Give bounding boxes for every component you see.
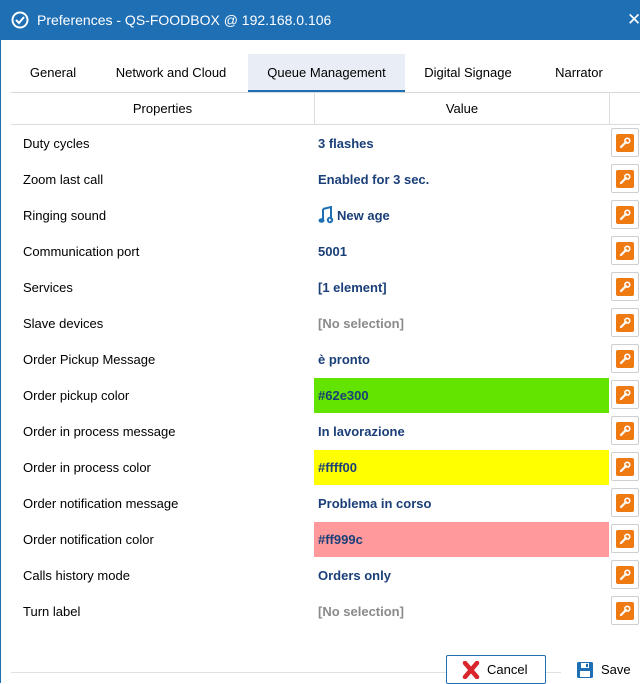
property-value[interactable]: [No selection]	[314, 305, 609, 341]
wrench-icon	[619, 244, 631, 256]
cancel-x-icon	[462, 660, 480, 679]
property-label: Ringing sound	[23, 207, 107, 223]
edit-button[interactable]	[611, 200, 639, 229]
property-label: Zoom last call	[23, 171, 104, 187]
wrench-icon	[619, 352, 631, 364]
property-value[interactable]: Problema in corso	[314, 485, 609, 521]
wrench-icon	[619, 532, 631, 544]
property-label: Order pickup color	[23, 387, 130, 403]
table-row: Order notification color #ff999c	[11, 521, 640, 557]
save-floppy-icon	[577, 661, 593, 678]
edit-button[interactable]	[611, 560, 639, 589]
wrench-icon	[619, 136, 631, 148]
table-row: Slave devices [No selection]	[11, 305, 640, 341]
grid-header: Properties Value	[11, 92, 640, 125]
table-row: Ringing sound New age	[11, 197, 640, 233]
property-value[interactable]: 5001	[314, 233, 609, 269]
save-button-label: Save	[601, 662, 631, 677]
edit-button[interactable]	[611, 164, 639, 193]
table-row: Duty cycles 3 flashes	[11, 125, 640, 161]
edit-button[interactable]	[611, 272, 639, 301]
column-header-properties[interactable]: Properties	[11, 92, 314, 124]
property-value[interactable]: New age	[314, 197, 609, 233]
property-value[interactable]: [1 element]	[314, 269, 609, 305]
tab-general[interactable]: General	[17, 54, 89, 91]
property-label: Turn label	[23, 603, 81, 619]
table-row: Services [1 element]	[11, 269, 640, 305]
tab-network-and-cloud[interactable]: Network and Cloud	[99, 54, 243, 91]
wrench-icon	[619, 460, 631, 472]
title-bar[interactable]: Preferences - QS-FOODBOX @ 192.168.0.106…	[1, 0, 640, 40]
column-header-value[interactable]: Value	[315, 92, 609, 124]
property-value[interactable]: 3 flashes	[314, 125, 609, 161]
save-button[interactable]: Save	[561, 655, 640, 684]
property-value[interactable]: Enabled for 3 sec.	[314, 161, 609, 197]
tab-digital-signage[interactable]: Digital Signage	[411, 54, 525, 91]
edit-button[interactable]	[611, 596, 639, 625]
property-value[interactable]: In lavorazione	[314, 413, 609, 449]
color-swatch-value[interactable]: #ffff00	[314, 450, 609, 485]
tab-narrator[interactable]: Narrator	[534, 54, 624, 91]
edit-button[interactable]	[611, 416, 639, 445]
property-label: Calls history mode	[23, 567, 130, 583]
wrench-icon	[619, 604, 631, 616]
color-swatch-value[interactable]: #ff999c	[314, 522, 609, 557]
tab-bar: General Network and Cloud Queue Manageme…	[11, 54, 640, 93]
edit-button[interactable]	[611, 308, 639, 337]
edit-button[interactable]	[611, 452, 639, 481]
wrench-icon	[619, 424, 631, 436]
wrench-icon	[619, 568, 631, 580]
preferences-window: Preferences - QS-FOODBOX @ 192.168.0.106…	[0, 0, 640, 684]
wrench-icon	[619, 496, 631, 508]
edit-button[interactable]	[611, 488, 639, 517]
window-title: Preferences - QS-FOODBOX @ 192.168.0.106	[37, 12, 332, 28]
close-icon[interactable]: ✕	[627, 0, 640, 40]
cancel-button-label: Cancel	[487, 662, 528, 677]
edit-button[interactable]	[611, 524, 639, 553]
edit-button[interactable]	[611, 236, 639, 265]
color-swatch-value[interactable]: #62e300	[314, 378, 609, 413]
property-label: Services	[23, 279, 73, 295]
cancel-button[interactable]: Cancel	[446, 655, 546, 684]
tab-queue-management[interactable]: Queue Management	[248, 54, 405, 92]
property-label: Order notification color	[23, 531, 154, 547]
wrench-icon	[619, 280, 631, 292]
wrench-icon	[619, 388, 631, 400]
property-value[interactable]: è pronto	[314, 341, 609, 377]
property-label: Order Pickup Message	[23, 351, 156, 367]
property-label: Slave devices	[23, 315, 104, 331]
column-divider	[609, 92, 610, 124]
table-row: Turn label [No selection]	[11, 593, 640, 629]
table-row: Calls history mode Orders only	[11, 557, 640, 593]
edit-button[interactable]	[611, 380, 639, 409]
property-label: Communication port	[23, 243, 140, 259]
property-label: Order in process color	[23, 459, 151, 475]
wrench-icon	[619, 316, 631, 328]
property-value[interactable]: [No selection]	[314, 593, 609, 629]
table-row: Communication port 5001	[11, 233, 640, 269]
property-label: Duty cycles	[23, 135, 90, 151]
music-note-icon	[318, 206, 334, 224]
wrench-icon	[619, 208, 631, 220]
table-row: Order in process message In lavorazione	[11, 413, 640, 449]
property-label: Order in process message	[23, 423, 176, 439]
property-value[interactable]: Orders only	[314, 557, 609, 593]
table-row: Zoom last call Enabled for 3 sec.	[11, 161, 640, 197]
property-label: Order notification message	[23, 495, 179, 511]
table-row: Order Pickup Message è pronto	[11, 341, 640, 377]
app-gear-icon	[11, 11, 29, 29]
edit-button[interactable]	[611, 128, 639, 157]
edit-button[interactable]	[611, 344, 639, 373]
wrench-icon	[619, 172, 631, 184]
table-row: Order pickup color #62e300	[11, 377, 640, 413]
table-row: Order in process color #ffff00	[11, 449, 640, 485]
table-row: Order notification message Problema in c…	[11, 485, 640, 521]
